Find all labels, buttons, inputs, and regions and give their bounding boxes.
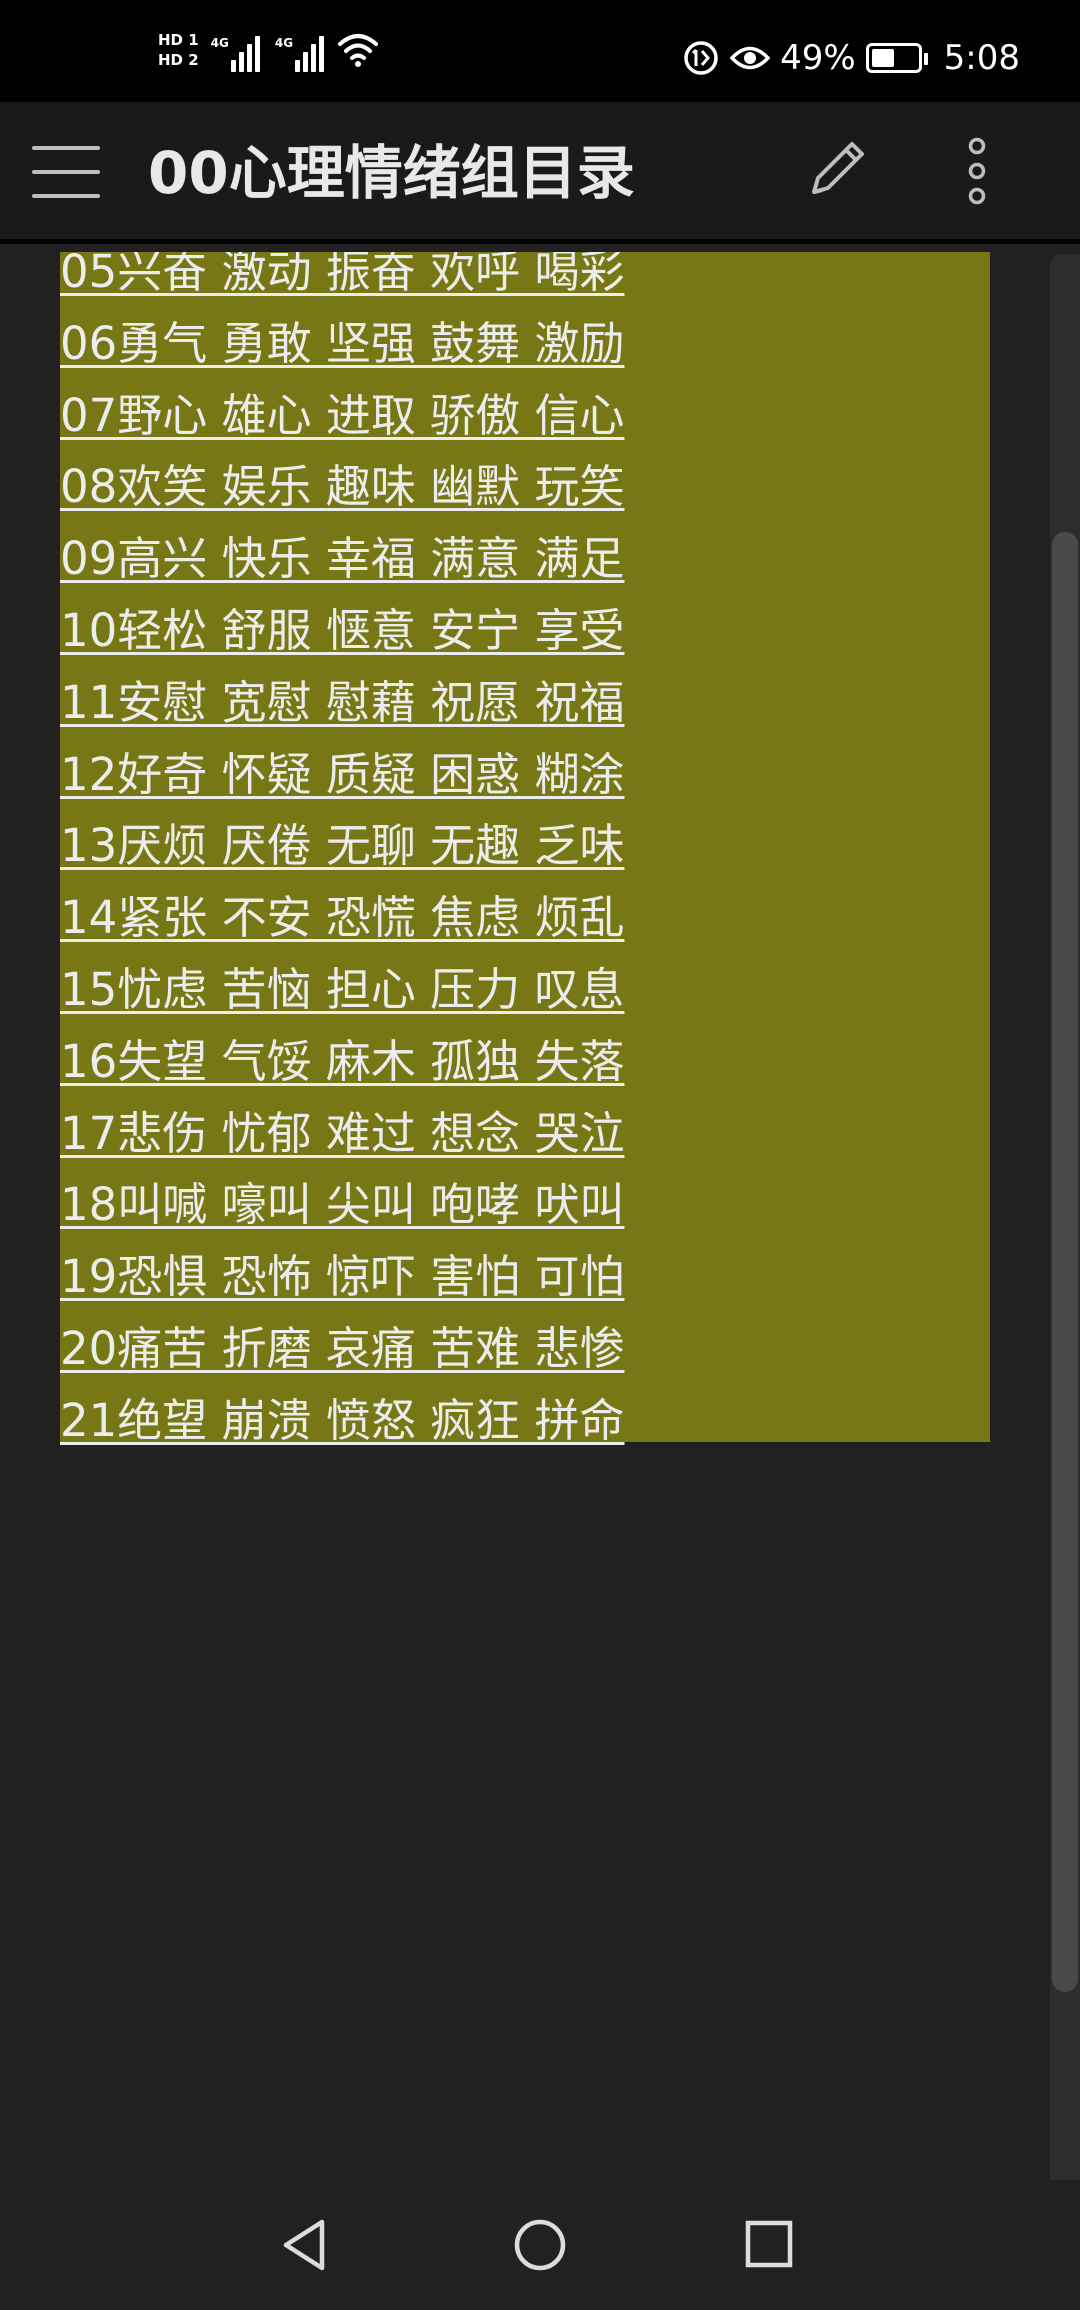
note-line-link[interactable]: 10轻松 舒服 惬意 安宁 享受	[60, 601, 624, 661]
status-bar: HD 1 HD 2 4G 4G 49% 5:08	[0, 0, 1080, 102]
note-line-link[interactable]: 16失望 气馁 麻木 孤独 失落	[60, 1032, 624, 1092]
note-line-link[interactable]: 05兴奋 激动 振奋 欢呼 喝彩	[60, 252, 624, 302]
network-type-label: 4G	[210, 36, 229, 50]
note-line-link[interactable]: 08欢笑 娱乐 趣味 幽默 玩笑	[60, 457, 624, 517]
hd2-label: HD 2	[158, 51, 199, 69]
note-line-link[interactable]: 20痛苦 折磨 哀痛 苦难 悲惨	[60, 1319, 624, 1379]
note-block[interactable]: 05兴奋 激动 振奋 欢呼 喝彩 06勇气 勇敢 坚强 鼓舞 激励 07野心 雄心 …	[60, 252, 990, 1447]
home-icon[interactable]	[505, 2210, 575, 2280]
navigation-bar	[0, 2180, 1080, 2310]
recents-icon[interactable]	[733, 2210, 803, 2280]
note-line-link[interactable]: 11安慰 宽慰 慰藉 祝愿 祝福	[60, 673, 624, 733]
signal-icon: 4G	[211, 28, 263, 72]
signal-icon: 4G	[275, 28, 327, 72]
menu-icon[interactable]	[32, 146, 100, 198]
note-line-link[interactable]: 09高兴 快乐 幸福 满意 满足	[60, 529, 624, 589]
edit-icon[interactable]	[800, 134, 872, 206]
note-line-link[interactable]: 21绝望 崩溃 愤怒 疯狂 拼命	[60, 1391, 624, 1451]
app-bar: 00心理情绪组目录	[0, 102, 1080, 244]
page-title: 00心理情绪组目录	[148, 139, 635, 207]
battery-percent: 49%	[780, 38, 856, 78]
network-type-label: 4G	[274, 36, 294, 50]
note-line-link[interactable]: 17悲伤 忧郁 难过 想念 哭泣	[60, 1104, 624, 1164]
note-line-link[interactable]: 19恐惧 恐怖 惊吓 害怕 可怕	[60, 1247, 624, 1307]
eye-comfort-icon	[730, 46, 771, 70]
note-line-link[interactable]: 13厌烦 厌倦 无聊 无趣 乏味	[60, 816, 624, 876]
note-line-link[interactable]: 12好奇 怀疑 质疑 困惑 糊涂	[60, 745, 624, 805]
status-left: HD 1 HD 2 4G 4G	[158, 28, 379, 72]
data-saver-icon	[684, 41, 718, 75]
note-line-link[interactable]: 15忧虑 苦恼 担心 压力 叹息	[60, 960, 624, 1020]
back-icon[interactable]	[272, 2210, 342, 2280]
note-line-link[interactable]: 18叫喊 嚎叫 尖叫 咆哮 吠叫	[60, 1175, 624, 1235]
note-content[interactable]: 05兴奋 激动 振奋 欢呼 喝彩 06勇气 勇敢 坚强 鼓舞 激励 07野心 雄心 …	[0, 252, 1080, 2180]
note-line-link[interactable]: 14紧张 不安 恐慌 焦虑 烦乱	[60, 888, 624, 948]
hd1-label: HD 1	[158, 31, 199, 49]
battery-icon	[865, 43, 928, 73]
hd-indicator: HD 1 HD 2	[158, 30, 199, 70]
battery-fill	[871, 49, 894, 67]
scrollbar-thumb[interactable]	[1052, 532, 1078, 1992]
clock: 5:08	[943, 38, 1020, 78]
note-line-link[interactable]: 07野心 雄心 进取 骄傲 信心	[60, 386, 624, 446]
wifi-icon	[338, 34, 379, 67]
note-line-link[interactable]: 06勇气 勇敢 坚强 鼓舞 激励	[60, 314, 624, 374]
more-vert-icon[interactable]	[960, 136, 994, 206]
status-right: 49% 5:08	[672, 36, 1020, 80]
